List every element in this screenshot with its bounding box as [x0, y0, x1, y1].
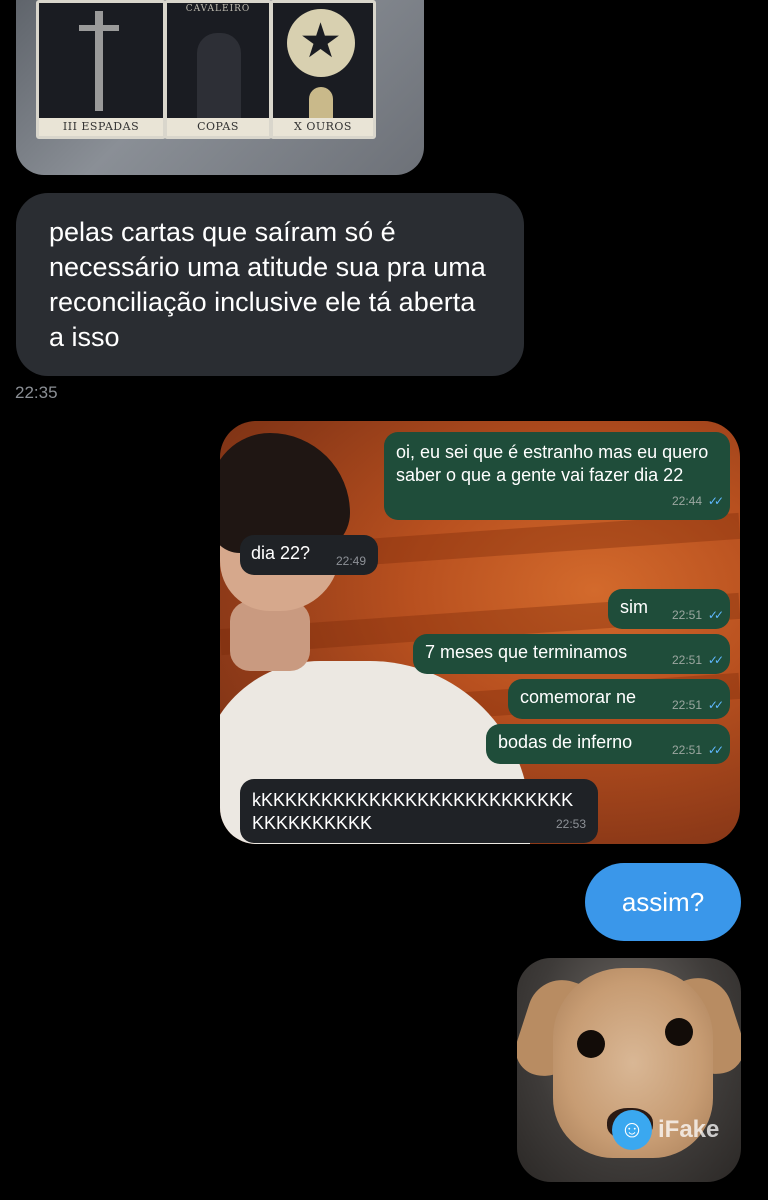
sent-message-text: assim?: [621, 887, 705, 917]
tarot-card-espadas: III ESPADAS: [36, 0, 166, 139]
chat-screenshot-image[interactable]: oi, eu sei que é estranho mas eu quero s…: [220, 421, 740, 844]
double-check-icon: ✓✓: [707, 743, 724, 757]
ifake-watermark-text: iFake: [658, 1116, 720, 1143]
chat-message-text: kKKKKKKKKKKKKKKKKKKKKKKKKKK KKKKKKKKKK: [252, 790, 574, 833]
chat-message-in: dia 22? 22:49: [240, 535, 378, 575]
chat-message-time: 22:51: [671, 698, 702, 712]
received-message-bubble[interactable]: pelas cartas que saíram só é necessário …: [16, 193, 524, 376]
person-neck: [230, 601, 310, 671]
chat-message-time: 22:51: [671, 653, 702, 667]
smiley-icon: ☺: [612, 1110, 652, 1150]
double-check-icon: ✓✓: [707, 653, 724, 667]
tarot-cards-image[interactable]: III ESPADAS CAVALEIRO COPAS ★ X OUROS: [16, 0, 424, 175]
received-message-time: 22:35: [15, 383, 58, 402]
chat-message-time: 22:51: [671, 743, 702, 757]
chat-message-time: 22:49: [335, 554, 366, 568]
chat-message-time: 22:51: [671, 608, 702, 622]
chat-message-text: sim: [620, 597, 648, 617]
chat-message-out: bodas de inferno 22:51 ✓✓: [486, 724, 730, 764]
chat-message-out: oi, eu sei que é estranho mas eu quero s…: [384, 432, 730, 520]
puppy-image[interactable]: ☺ iFake: [517, 958, 741, 1182]
tarot-card-caption: X OUROS: [273, 118, 373, 136]
chat-message-out: 7 meses que terminamos 22:51 ✓✓: [413, 634, 730, 674]
knight-figure: [197, 33, 241, 123]
chat-message-out: sim 22:51 ✓✓: [608, 589, 730, 629]
double-check-icon: ✓✓: [707, 608, 724, 622]
tarot-card-top-label: CAVALEIRO: [185, 4, 251, 14]
chat-message-text: oi, eu sei que é estranho mas eu quero s…: [396, 442, 709, 485]
chat-message-text: dia 22?: [251, 543, 311, 563]
sent-message-bubble[interactable]: assim?: [585, 863, 741, 941]
chat-message-time: 22:53: [555, 817, 586, 831]
received-message-text: pelas cartas que saíram só é necessário …: [49, 217, 486, 352]
chat-message-time: 22:44: [671, 494, 702, 508]
double-check-icon: ✓✓: [707, 494, 724, 508]
chat-message-text: comemorar ne: [520, 687, 637, 707]
tarot-card-caption: COPAS: [167, 118, 269, 136]
tarot-card-ouros: ★ X OUROS: [270, 0, 376, 139]
tarot-card-copas: CAVALEIRO COPAS: [164, 0, 272, 139]
double-check-icon: ✓✓: [707, 698, 724, 712]
ifake-watermark: ☺ iFake: [612, 1110, 719, 1150]
tarot-card-caption: III ESPADAS: [39, 118, 163, 136]
puppy-eye-right: [665, 1018, 693, 1046]
star-icon: ★: [299, 15, 343, 68]
tower-icon: [309, 87, 333, 121]
chat-message-text: bodas de inferno: [498, 732, 633, 752]
puppy-eye-left: [577, 1030, 605, 1058]
chat-message-out: comemorar ne 22:51 ✓✓: [508, 679, 730, 719]
chat-message-text: 7 meses que terminamos: [425, 642, 628, 662]
chat-message-in: kKKKKKKKKKKKKKKKKKKKKKKKKKK KKKKKKKKKK 2…: [240, 779, 598, 843]
